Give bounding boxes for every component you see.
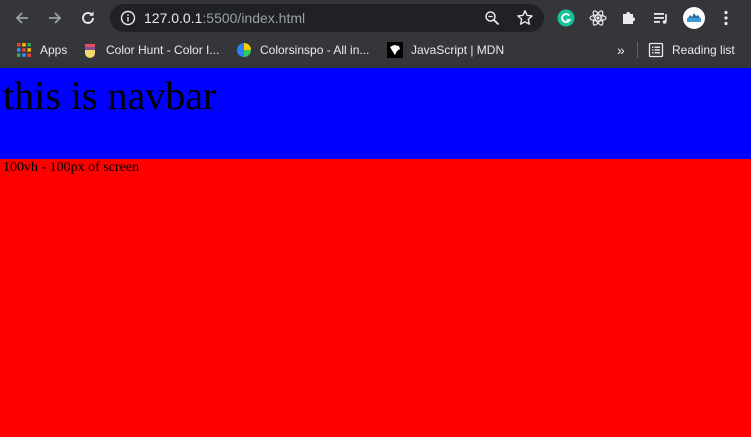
info-icon[interactable]: [120, 10, 136, 26]
bookmark-apps[interactable]: Apps: [16, 36, 67, 64]
react-devtools-button[interactable]: [588, 8, 608, 28]
browser-window: 127.0.0.1:5500/index.html Apps Color Hun…: [0, 0, 751, 437]
url-host: 127.0.0.1: [144, 10, 203, 26]
colorhunt-icon: [85, 44, 95, 58]
zoom-icon[interactable]: [484, 10, 500, 26]
browser-toolbar: 127.0.0.1:5500/index.html: [0, 0, 751, 36]
bookmark-color-hunt[interactable]: Color Hunt - Color I...: [82, 36, 219, 64]
forward-button[interactable]: [43, 6, 67, 30]
bookmarks-overflow-button[interactable]: »: [617, 36, 625, 64]
reading-list-button[interactable]: Reading list: [648, 36, 735, 64]
star-icon[interactable]: [516, 9, 534, 27]
navbar-text: this is navbar: [3, 73, 217, 118]
page-body: this is navbar 100vh - 100px of screen: [0, 68, 751, 437]
reading-list-icon: [648, 42, 664, 58]
overflow-chevron-icon: »: [617, 42, 625, 58]
bookmark-label: Colorsinspo - All in...: [260, 43, 370, 57]
reading-list-label: Reading list: [672, 43, 735, 57]
back-button[interactable]: [10, 6, 34, 30]
reload-icon: [82, 11, 94, 24]
bookmark-label: Apps: [40, 43, 68, 57]
media-control-button[interactable]: [651, 8, 671, 28]
profile-button[interactable]: [682, 6, 706, 30]
grammarly-extension-button[interactable]: [556, 8, 576, 28]
bookmarks-bar: Apps Color Hunt - Color I... Colorsinspo…: [0, 36, 751, 64]
bookmark-colorsinspo[interactable]: Colorsinspo - All in...: [236, 36, 369, 64]
bookmark-label: Color Hunt - Color I...: [106, 43, 220, 57]
address-bar[interactable]: 127.0.0.1:5500/index.html: [110, 4, 544, 32]
media-queue-icon: [654, 13, 667, 24]
content-section: 100vh - 100px of screen: [0, 159, 751, 437]
apps-grid-icon: [17, 43, 31, 57]
extensions-button[interactable]: [619, 8, 639, 28]
chrome-menu-button[interactable]: [716, 8, 736, 28]
content-text: 100vh - 100px of screen: [3, 160, 140, 175]
puzzle-icon: [623, 12, 635, 24]
bookmark-mdn[interactable]: JavaScript | MDN: [387, 36, 504, 64]
mdn-icon: [387, 42, 403, 58]
bookmarks-divider: [637, 42, 638, 58]
kebab-menu-icon: [724, 10, 728, 26]
url-path: :5500/index.html: [202, 10, 306, 26]
react-devtools-icon: [589, 10, 607, 26]
arrow-right-icon: [49, 12, 62, 24]
page-viewport: this is navbar 100vh - 100px of screen: [0, 68, 751, 437]
colorsinspo-icon: [237, 43, 251, 57]
arrow-left-icon: [15, 12, 28, 24]
navbar: this is navbar: [0, 68, 751, 159]
bookmark-label: JavaScript | MDN: [411, 43, 505, 57]
url-text[interactable]: 127.0.0.1:5500/index.html: [144, 10, 305, 26]
grammarly-icon: [557, 9, 575, 27]
reload-button[interactable]: [76, 6, 100, 30]
profile-avatar: [683, 7, 705, 29]
